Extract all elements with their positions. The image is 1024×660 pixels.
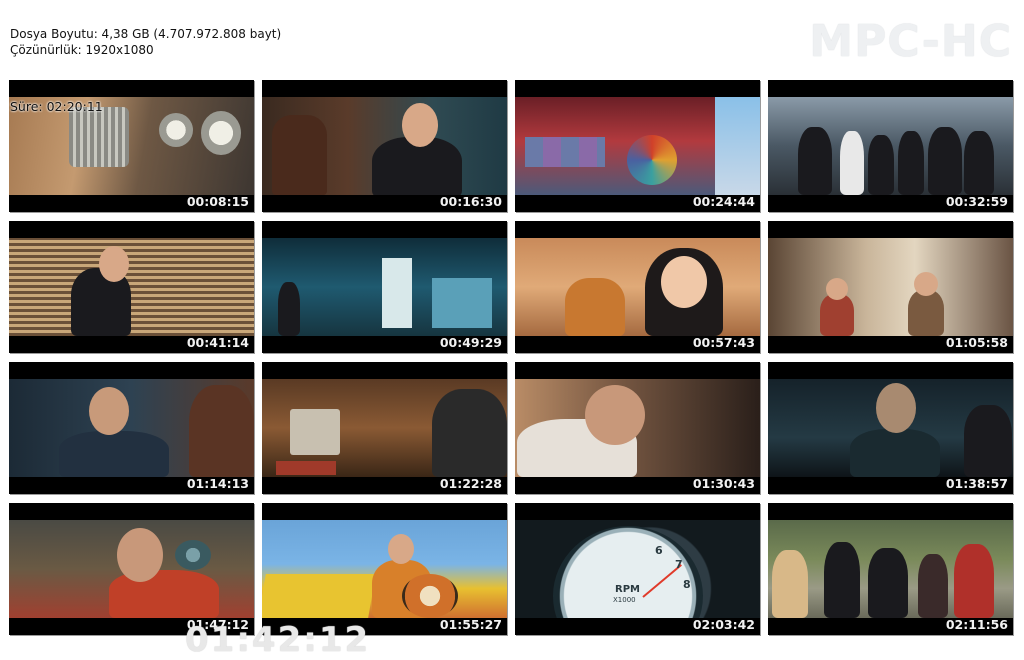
thumbnail-15[interactable]: RPM X1000 6 7 8 02:03:42 [515, 503, 760, 635]
timestamp: 00:08:15 [186, 194, 249, 209]
timestamp: 01:14:13 [186, 476, 249, 491]
thumbnail-16[interactable]: 02:11:56 [768, 503, 1013, 635]
timestamp: 00:16:30 [439, 194, 502, 209]
timestamp: 02:03:42 [692, 617, 755, 632]
thumbnail-12[interactable]: 01:38:57 [768, 362, 1013, 494]
thumbnail-3[interactable]: 00:24:44 [515, 80, 760, 212]
gauge-sublabel: X1000 [613, 596, 636, 604]
thumbnail-2[interactable]: 00:16:30 [262, 80, 507, 212]
thumbnail-8[interactable]: 01:05:58 [768, 221, 1013, 353]
thumbnail-7[interactable]: 00:57:43 [515, 221, 760, 353]
gauge-tick-8: 8 [683, 578, 691, 591]
resolution-text: Çözünürlük: 1920x1080 [10, 43, 154, 57]
thumbnail-6[interactable]: 00:49:29 [262, 221, 507, 353]
thumbnail-13[interactable]: 01:47:12 [9, 503, 254, 635]
timestamp: 01:05:58 [945, 335, 1008, 350]
thumbnail-4[interactable]: 00:32:59 [768, 80, 1013, 212]
timestamp: 00:57:43 [692, 335, 755, 350]
thumbnail-14[interactable]: 01:55:27 [262, 503, 507, 635]
file-info: Dosya Boyutu: 4,38 GB (4.707.972.808 bay… [10, 26, 281, 58]
timestamp: 00:41:14 [186, 335, 249, 350]
thumbnail-11[interactable]: 01:30:43 [515, 362, 760, 494]
watermark-timestamp: 01:42:12 [185, 620, 371, 660]
thumbnail-9[interactable]: 01:14:13 [9, 362, 254, 494]
thumbnail-5[interactable]: 00:41:14 [9, 221, 254, 353]
thumbnail-1[interactable]: Süre: 02:20:11 00:08:15 [9, 80, 254, 212]
duration-label: Süre: 02:20:11 [10, 99, 103, 114]
rpm-gauge [553, 526, 703, 618]
timestamp: 01:30:43 [692, 476, 755, 491]
timestamp: 01:22:28 [439, 476, 502, 491]
thumbnail-10[interactable]: 01:22:28 [262, 362, 507, 494]
thumbnail-grid: Süre: 02:20:11 00:08:15 00:16:30 00:24:4… [9, 80, 1013, 635]
timestamp: 01:55:27 [439, 617, 502, 632]
gauge-tick-6: 6 [655, 544, 663, 557]
mpc-hc-logo: MPC-HC [809, 16, 1012, 67]
timestamp: 00:49:29 [439, 335, 502, 350]
file-size-text: Dosya Boyutu: 4,38 GB (4.707.972.808 bay… [10, 27, 282, 41]
timestamp: 00:32:59 [945, 194, 1008, 209]
gauge-tick-7: 7 [675, 558, 683, 571]
timestamp: 00:24:44 [692, 194, 755, 209]
timestamp: 02:11:56 [945, 617, 1008, 632]
gauge-label: RPM [615, 584, 640, 595]
timestamp: 01:38:57 [945, 476, 1008, 491]
